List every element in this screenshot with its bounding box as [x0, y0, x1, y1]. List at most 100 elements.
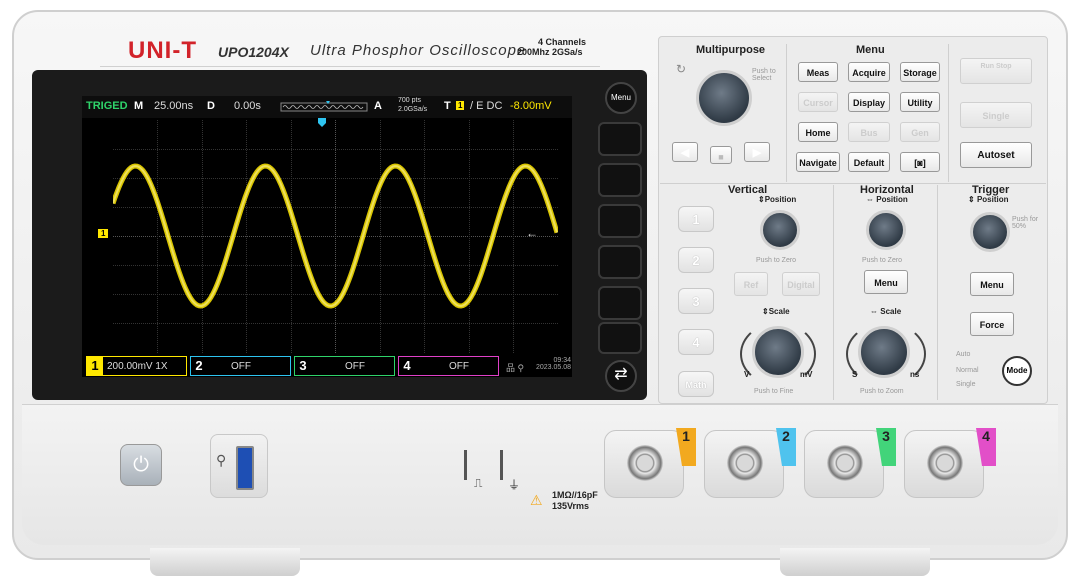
mode-normal-label: Normal — [956, 367, 979, 374]
horizontal-push-zero: Push to Zero — [862, 257, 903, 264]
delay-label: D — [207, 100, 215, 112]
bus-button[interactable]: Bus — [848, 122, 890, 142]
select-button[interactable]: ■ — [710, 146, 732, 164]
usb-port[interactable] — [236, 446, 254, 490]
ch4-info[interactable]: 4 OFF — [398, 356, 499, 376]
screenshot-button[interactable]: [◙] — [900, 152, 940, 172]
horizontal-push-zoom: Push to Zoom — [860, 388, 904, 395]
input-warning-line2: 135Vrms — [552, 501, 590, 511]
digital-button[interactable]: Digital — [782, 272, 820, 296]
horizontal-position-text: Position — [876, 195, 908, 204]
softkey-6[interactable] — [598, 322, 642, 354]
status-bar: TRIGED M 25.00ns D 0.00s A 700 pts 2.0GS… — [82, 96, 572, 118]
spec-rate: 200Mhz 2GSa/s — [517, 47, 583, 57]
product-title: Ultra Phosphor Oscilloscope — [310, 42, 527, 59]
bnc-input-2[interactable] — [704, 430, 784, 498]
brand-logo: UNI-T — [128, 37, 197, 64]
trigger-level: -8.00mV — [510, 100, 552, 112]
ch3-info[interactable]: 3 OFF — [294, 356, 395, 376]
clock-date: 2023.05.08 — [536, 364, 572, 371]
trigger-menu-button[interactable]: Menu — [970, 272, 1014, 296]
softkey-2[interactable] — [598, 163, 642, 197]
probe-comp-terminal[interactable] — [464, 450, 467, 480]
multipurpose-hint: Push to Select — [752, 68, 776, 82]
trigger-level-arrow-icon: ← — [526, 226, 538, 240]
horizontal-ns-label: ns — [910, 370, 920, 379]
trigger-position-marker — [318, 118, 326, 127]
math-button[interactable]: Math — [678, 371, 714, 397]
ch1-button[interactable]: 1 — [678, 206, 714, 232]
vertical-position-knob[interactable] — [760, 210, 800, 250]
softkey-4[interactable] — [598, 245, 642, 279]
softkey-3[interactable] — [598, 204, 642, 238]
ch1-value: 200.00mV 1X — [107, 361, 168, 372]
ch2-button[interactable]: 2 — [678, 247, 714, 273]
delay-value: 0.00s — [234, 100, 261, 112]
memory-position-icon — [280, 101, 368, 112]
spec-channels: 4 Channels — [537, 37, 586, 47]
ch2-info[interactable]: 2 OFF — [190, 356, 291, 376]
trigger-position-text: Position — [976, 195, 1009, 204]
screen-menu-button[interactable]: Menu — [605, 82, 637, 114]
bnc-input-4[interactable] — [904, 430, 984, 498]
ch4-button[interactable]: 4 — [678, 329, 714, 355]
ch1-number: 1 — [87, 357, 103, 375]
vertical-v-label: V — [744, 370, 750, 379]
horizontal-s-label: S — [852, 370, 858, 379]
home-button[interactable]: Home — [798, 122, 838, 142]
horizontal-scale-label: ⇔ Scale — [870, 307, 902, 316]
ch1-info[interactable]: 1 200.00mV 1X — [86, 356, 187, 376]
swap-arrows-button[interactable]: ⇄ — [605, 360, 637, 392]
vertical-scale-knob[interactable] — [752, 326, 804, 378]
clock-time: 09:34 — [553, 357, 572, 364]
right-arrow-button[interactable]: ▶ — [744, 142, 770, 162]
bnc-connector-3 — [827, 445, 863, 481]
left-arrow-button[interactable]: ◀ — [672, 142, 698, 162]
ground-icon: ⏚ — [508, 478, 521, 492]
mode-auto-label: Auto — [956, 351, 971, 358]
meas-button[interactable]: Meas — [798, 62, 838, 82]
trigger-push-50: Push for 50% — [1012, 216, 1039, 230]
ch4-value: OFF — [449, 361, 469, 372]
bnc-connector-2 — [727, 445, 763, 481]
ch2-value: OFF — [231, 361, 251, 372]
softkey-5[interactable] — [598, 286, 642, 320]
trigger-level-knob[interactable] — [970, 212, 1010, 252]
acq-points: 700 pts — [398, 97, 421, 104]
run-stop-button[interactable]: Run Stop — [960, 58, 1032, 84]
softkey-1[interactable] — [598, 122, 642, 156]
ch4-number: 4 — [403, 358, 411, 373]
horizontal-scale-knob[interactable] — [858, 326, 910, 378]
utility-button[interactable]: Utility — [900, 92, 940, 112]
network-usb-icon: 品 ⚲ — [506, 363, 525, 373]
ref-button[interactable]: Ref — [734, 272, 768, 296]
bnc-input-1[interactable] — [604, 430, 684, 498]
acq-rate: 2.0GSa/s — [398, 106, 428, 113]
horizontal-position-knob[interactable] — [866, 210, 906, 250]
force-button[interactable]: Force — [970, 312, 1014, 336]
cursor-button[interactable]: Cursor — [798, 92, 838, 112]
gen-button[interactable]: Gen — [900, 122, 940, 142]
ch3-button[interactable]: 3 — [678, 288, 714, 314]
storage-button[interactable]: Storage — [900, 62, 940, 82]
acquire-button[interactable]: Acquire — [848, 62, 890, 82]
multipurpose-knob[interactable] — [696, 70, 752, 126]
vertical-mv-label: mV — [800, 370, 813, 379]
probe-ground-terminal[interactable] — [500, 450, 503, 480]
display-button[interactable]: Display — [848, 92, 890, 112]
single-button[interactable]: Single — [960, 102, 1032, 128]
default-button[interactable]: Default — [848, 152, 890, 172]
power-button[interactable]: ⏻ — [120, 444, 162, 486]
navigate-button[interactable]: Navigate — [796, 152, 840, 172]
vertical-scale-label: ⇕Scale — [762, 307, 790, 316]
warning-icon: ⚠ — [530, 492, 543, 508]
front-lower-panel — [22, 404, 1058, 545]
bnc-input-3[interactable] — [804, 430, 884, 498]
trigger-status: TRIGED — [86, 100, 128, 112]
horizontal-menu-button[interactable]: Menu — [864, 270, 908, 294]
multipurpose-title: Multipurpose — [692, 44, 770, 56]
left-foot — [150, 548, 300, 576]
ch1-level-marker: 1 — [98, 229, 109, 238]
mode-button[interactable]: Mode — [1002, 356, 1032, 386]
autoset-button[interactable]: Autoset — [960, 142, 1032, 168]
